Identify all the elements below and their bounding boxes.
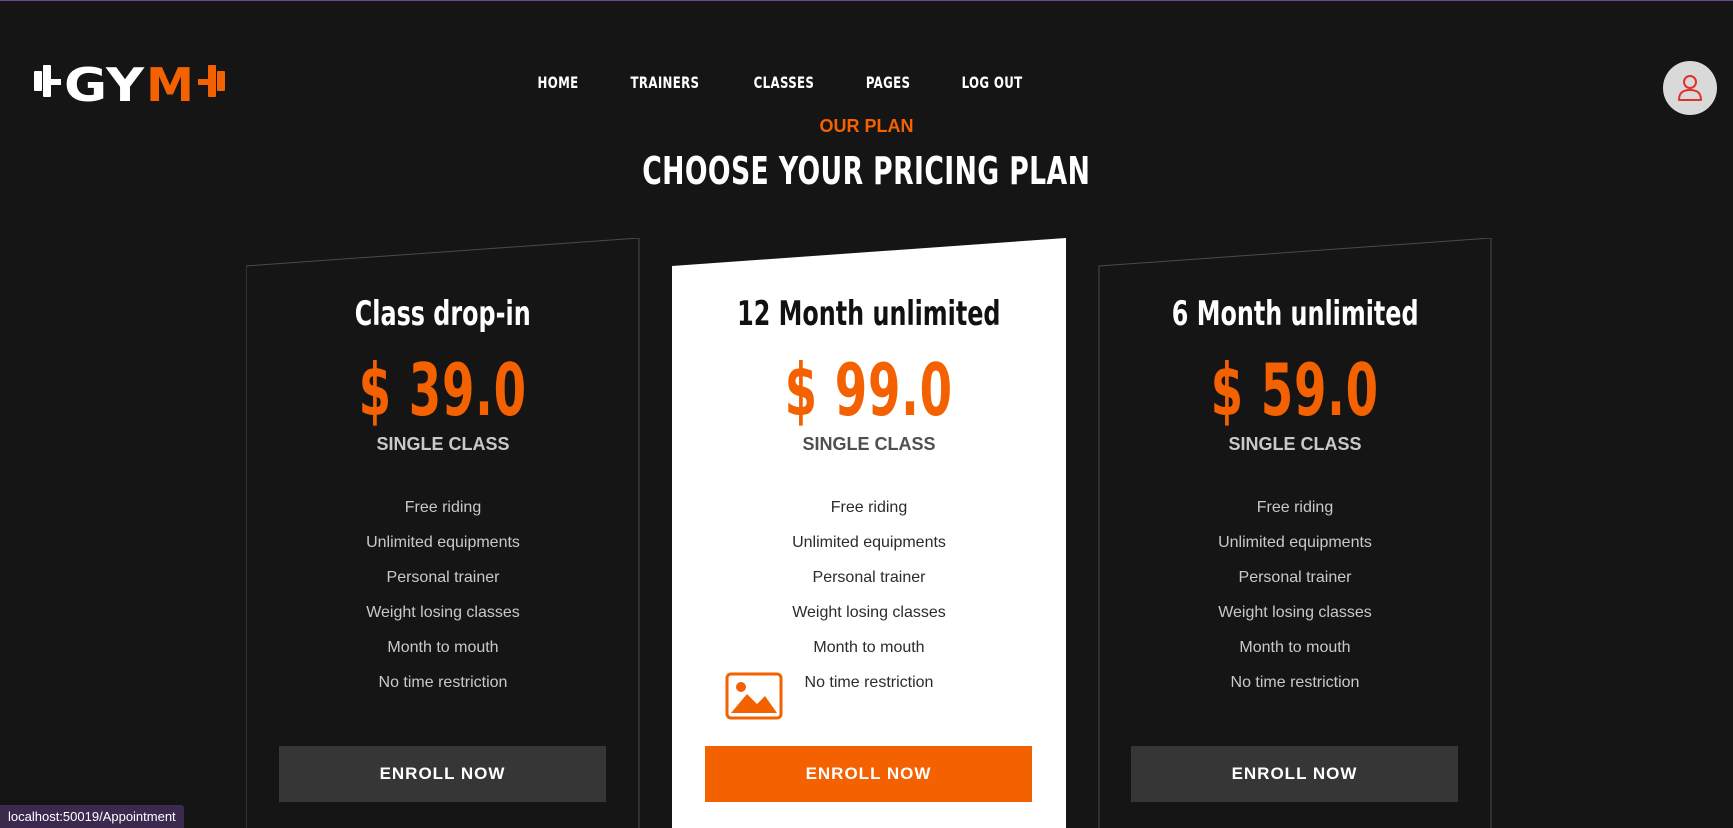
feature-item: Unlimited equipments (1218, 534, 1372, 551)
feature-item: Personal trainer (812, 569, 926, 586)
feature-item: Unlimited equipments (792, 534, 946, 551)
section-title-text: CHOOSE YOUR PRICING PLAN (642, 149, 1091, 193)
feature-item: No time restriction (1230, 674, 1360, 691)
nav-home[interactable]: HOME (538, 73, 579, 92)
plan-period: SINGLE CLASS (1228, 434, 1362, 454)
feature-item: No time restriction (378, 674, 508, 691)
feature-item: Personal trainer (386, 569, 500, 586)
feature-list: Free riding Unlimited equipments Persona… (1098, 499, 1492, 709)
plan-price: $ 39.0 (358, 348, 528, 432)
feature-item: Month to mouth (387, 639, 499, 656)
status-bar-url: localhost:50019/Appointment (0, 805, 184, 828)
enroll-now-button[interactable]: ENROLL NOW (1131, 746, 1458, 802)
image-placeholder-icon (725, 672, 783, 720)
feature-item: Weight losing classes (1218, 604, 1372, 621)
feature-item: Personal trainer (1238, 569, 1352, 586)
pricing-card-12-month-unlimited: 12 Month unlimited $ 99.0 SINGLE CLASS F… (672, 238, 1066, 828)
plan-price: $ 99.0 (784, 348, 954, 432)
user-profile-button[interactable] (1663, 61, 1717, 115)
plan-name: 6 Month unlimited (1171, 294, 1419, 334)
feature-item: Free riding (830, 499, 908, 516)
plan-name: Class drop-in (355, 294, 531, 334)
feature-item: Weight losing classes (792, 604, 946, 621)
plan-name: 12 Month unlimited (737, 294, 1001, 334)
site-header: GY M HOME TRAINERS CLASSES PAGES LOG OUT (0, 1, 1733, 121)
plan-period: SINGLE CLASS (802, 434, 936, 454)
pricing-card-6-month-unlimited: 6 Month unlimited $ 59.0 SINGLE CLASS Fr… (1098, 238, 1492, 828)
section-title: CHOOSE YOUR PRICING PLAN (0, 149, 1733, 193)
feature-item: Weight losing classes (366, 604, 520, 621)
nav-pages[interactable]: PAGES (866, 73, 910, 92)
feature-item: Month to mouth (1239, 639, 1351, 656)
enroll-now-button[interactable]: ENROLL NOW (705, 746, 1032, 802)
section-subtitle: OUR PLAN (819, 116, 914, 136)
nav-trainers[interactable]: TRAINERS (631, 73, 700, 92)
plan-period: SINGLE CLASS (376, 434, 510, 454)
pricing-card-class-drop-in: Class drop-in $ 39.0 SINGLE CLASS Free r… (246, 238, 640, 828)
nav-classes[interactable]: CLASSES (754, 73, 815, 92)
feature-item: Unlimited equipments (366, 534, 520, 551)
feature-item: Month to mouth (813, 639, 925, 656)
feature-list: Free riding Unlimited equipments Persona… (246, 499, 640, 709)
main-nav: HOME TRAINERS CLASSES PAGES LOG OUT (0, 73, 1733, 92)
feature-item: Free riding (404, 499, 482, 516)
enroll-now-button[interactable]: ENROLL NOW (279, 746, 606, 802)
feature-item: Free riding (1256, 499, 1334, 516)
plan-price: $ 59.0 (1210, 348, 1380, 432)
user-icon (1678, 75, 1702, 101)
nav-log-out[interactable]: LOG OUT (962, 73, 1023, 92)
